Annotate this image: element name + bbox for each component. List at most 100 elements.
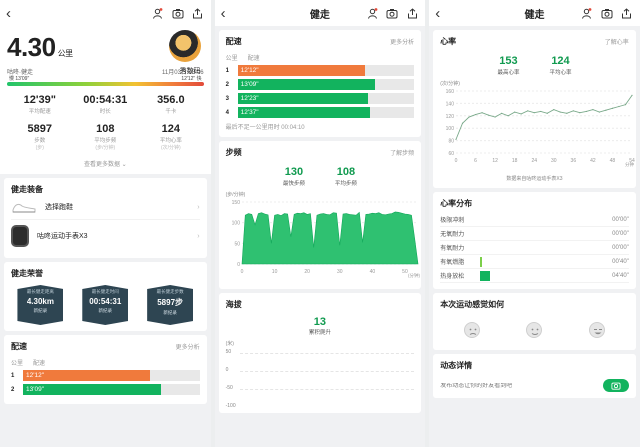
x-tick-label: 0 — [240, 269, 243, 275]
y-tick-label: 140 — [446, 101, 455, 107]
x-axis-label: (分钟) — [408, 272, 420, 278]
y-tick-label: 50 — [234, 241, 240, 247]
avg-cadence: 108 平均步频 — [334, 166, 357, 187]
heart-y-unit: (次/分钟) — [440, 81, 460, 87]
top-bar: ‹ — [0, 0, 211, 26]
back-icon[interactable]: ‹ — [6, 5, 20, 22]
pace-row: 1 12'12" — [11, 370, 200, 381]
camera-icon[interactable] — [385, 6, 399, 20]
badge-longest-distance[interactable]: 最长健走距离 4.30km 新纪录 — [17, 285, 64, 325]
heart-info-link[interactable]: 了解心率 — [605, 37, 629, 46]
altitude-card: 海拔 13 累积爬升 (米) 50 0 -50 -100 — [218, 293, 422, 413]
pace-row: 2 13'09" — [226, 79, 415, 90]
data-point — [585, 110, 588, 113]
altitude-label: 累积爬升 — [308, 330, 331, 336]
honors-card: 健走荣誉 最长健走距离 4.30km 新纪录 最长健走时间 00:54:31 新纪录 最… — [4, 262, 207, 331]
x-tick-label: 40 — [369, 269, 375, 275]
y-tick-label: 160 — [446, 89, 455, 95]
zone-row: 热身放松 04'40" — [440, 269, 629, 283]
data-point — [488, 114, 490, 116]
y-tick-label: 80 — [449, 139, 455, 145]
data-point — [579, 112, 581, 114]
neutral-face-icon[interactable] — [526, 322, 543, 338]
equipment-item-watch[interactable]: 咕咚运动手表X3 › — [11, 220, 200, 252]
cadence-title: 步频 — [225, 148, 242, 157]
max-heart-rate: 153 最高心率 — [497, 55, 520, 76]
zone-row: 有氧燃脂 00'40" — [440, 255, 629, 269]
share-icon[interactable] — [191, 6, 205, 20]
share-icon[interactable] — [405, 6, 419, 20]
altitude-y-unit: (米) — [225, 341, 234, 347]
avatar[interactable] — [168, 30, 201, 62]
share-icon[interactable] — [620, 6, 634, 20]
stat-avg-pace: 12'39" 平均配速 — [23, 94, 56, 115]
cadence-info-link[interactable]: 了解步频 — [390, 148, 414, 157]
altitude-y-tick: 0 — [225, 367, 229, 373]
more-analysis-link[interactable]: 更多分析 — [390, 37, 414, 46]
back-icon[interactable]: ‹ — [435, 5, 449, 22]
chevron-right-icon: › — [197, 203, 200, 211]
cadence-area-series — [241, 211, 418, 265]
zones-card: 心率分布 极限冲刺 00'00" 无氧耐力 00'00" 有氧耐力 00'00" 有氧… — [433, 192, 636, 289]
y-tick-label: 150 — [231, 200, 240, 206]
zone-bar — [480, 270, 491, 281]
x-tick-label: 6 — [474, 158, 477, 164]
data-point — [598, 111, 601, 113]
feed-card: 动态详情 — [433, 354, 636, 398]
data-point — [481, 112, 483, 114]
camera-icon[interactable] — [600, 6, 614, 20]
stat-calories: 356.0 千卡 — [157, 94, 185, 115]
cadence-card: 步频 了解步频 130 最快步频 108 平均步频 (步/分钟) 0 50 100 150 0… — [218, 141, 422, 289]
happy-face-icon[interactable] — [589, 322, 606, 338]
feeling-card: 本次运动感觉如何 — [433, 293, 636, 350]
y-tick-label: 60 — [449, 151, 455, 157]
feed-title: 动态详情 — [440, 361, 473, 370]
more-analysis-link[interactable]: 更多分析 — [176, 342, 200, 351]
stats-grid: 12'39" 平均配速 00:54:31 时长 356.0 千卡 5897 步数 (步) … — [7, 94, 204, 151]
data-point — [475, 113, 477, 116]
camera-icon — [611, 382, 621, 390]
equipment-item-shoes[interactable]: 选择跑鞋 › — [11, 195, 200, 220]
back-icon[interactable]: ‹ — [221, 5, 235, 22]
badge-most-steps[interactable]: 最长健走步数 5897步 新纪录 — [147, 285, 194, 325]
post-input[interactable] — [440, 382, 603, 389]
screen-pace-cadence: ‹ 健走 配速 更多分析 公里 配速 1 12'12" 2 13'09" 3 12'23"… — [214, 0, 426, 447]
data-point — [494, 116, 496, 118]
pace-tag-slow: 慢 13'09" — [9, 76, 30, 82]
data-point — [559, 111, 562, 113]
coach-icon[interactable] — [365, 6, 379, 20]
x-axis-label: 分钟 — [625, 161, 634, 167]
data-point — [520, 113, 522, 115]
x-tick-label: 20 — [304, 269, 310, 275]
data-point — [501, 112, 503, 114]
altitude-title: 海拔 — [225, 300, 242, 309]
pace-row: 2 13'09" — [11, 384, 200, 395]
more-data-link[interactable]: 查看更多数据 ⌄ — [7, 159, 204, 168]
altitude-y-tick: 50 — [225, 349, 232, 355]
x-tick-label: 12 — [493, 158, 499, 164]
honors-title: 健走荣誉 — [11, 269, 43, 278]
stat-heart-rate: 124 平均心率 (次/分钟) — [159, 123, 182, 151]
y-tick-label: 100 — [446, 126, 455, 132]
x-tick-label: 48 — [610, 158, 616, 164]
chevron-down-icon: ⌄ — [121, 162, 127, 168]
data-point — [540, 110, 542, 113]
camera-icon[interactable] — [171, 6, 185, 20]
x-tick-label: 18 — [512, 158, 518, 164]
data-point — [514, 111, 516, 113]
top-bar: ‹ 健走 — [429, 0, 640, 26]
coach-icon[interactable] — [151, 6, 165, 20]
stat-cadence: 108 平均步频 (步/分钟) — [94, 123, 117, 151]
y-tick-label: 120 — [446, 114, 455, 120]
x-tick-label: 24 — [532, 158, 538, 164]
post-camera-button[interactable] — [602, 379, 629, 392]
y-tick-label: 100 — [231, 221, 240, 227]
screen-heart-rate: ‹ 健走 心率 了解心率 153 最高心率 124 平均心率 (次/分钟) 60 80 1… — [429, 0, 640, 447]
badge-longest-time[interactable]: 最长健走时间 00:54:31 新纪录 — [82, 285, 129, 325]
heart-chart: 60801001201401600 6 12 18 24 30 36 42 48 54分钟 — [446, 89, 635, 168]
sad-face-icon[interactable] — [463, 322, 480, 338]
data-point — [527, 110, 529, 112]
shoe-icon — [11, 200, 37, 214]
coach-icon[interactable] — [580, 6, 594, 20]
summary-card: 4.30 公里 秀数码 咕咚·健走 11月03日 15:06 慢 13'09" 1… — [0, 26, 211, 174]
